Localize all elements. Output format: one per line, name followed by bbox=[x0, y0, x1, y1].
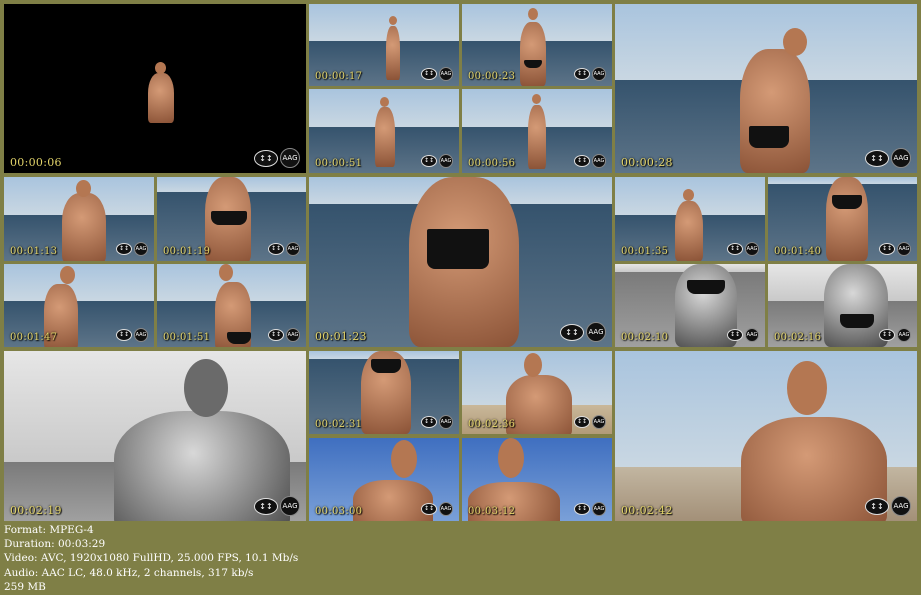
watermark: ↕↕ AAG bbox=[254, 496, 300, 516]
audio-line: Audio: AAC LC, 48.0 kHz, 2 channels, 317… bbox=[4, 566, 254, 579]
timestamp: 00:02:31 bbox=[315, 419, 363, 430]
watermark: ↕↕ AAG bbox=[727, 242, 759, 256]
timestamp: 00:00:23 bbox=[468, 71, 516, 82]
watermark: ↕↕ AAG bbox=[879, 328, 911, 342]
thumbnail[interactable]: 00:02:31 ↕↕ AAG bbox=[309, 351, 459, 434]
watermark: ↕↕ AAG bbox=[421, 502, 453, 516]
thumbnail[interactable]: 00:00:56 ↕↕ AAG bbox=[462, 89, 612, 173]
thumbnail[interactable]: 00:01:40 ↕↕ AAG bbox=[768, 177, 917, 261]
timestamp: 00:00:51 bbox=[315, 158, 363, 169]
watermark: ↕↕ AAG bbox=[421, 415, 453, 429]
thumbnail[interactable]: 00:01:19 ↕↕ AAG bbox=[157, 177, 306, 261]
timestamp: 00:02:36 bbox=[468, 419, 516, 430]
watermark: ↕↕ AAG bbox=[254, 148, 300, 168]
thumbnail-large[interactable]: 00:02:42 ↕↕ AAG bbox=[615, 351, 917, 521]
timestamp: 00:01:23 bbox=[315, 330, 367, 343]
thumbnail[interactable]: 00:02:36 ↕↕ AAG bbox=[462, 351, 612, 434]
thumbnail-large[interactable]: 00:00:28 ↕↕ AAG bbox=[615, 4, 917, 173]
thumbnail-grid: 00:00:06 ↕↕ AAG 00:00:17 ↕↕ AAG 00:00:23 ↕… bbox=[0, 0, 921, 523]
size-line: 259 MB bbox=[4, 580, 46, 593]
timestamp: 00:03:00 bbox=[315, 506, 363, 517]
watermark: ↕↕ AAG bbox=[574, 502, 606, 516]
thumbnail[interactable]: 00:03:00 ↕↕ AAG bbox=[309, 438, 459, 521]
duration-line: Duration: 00:03:29 bbox=[4, 538, 106, 551]
timestamp: 00:02:10 bbox=[621, 332, 669, 343]
timestamp: 00:03:12 bbox=[468, 506, 516, 517]
timestamp: 00:02:19 bbox=[10, 504, 62, 517]
watermark: ↕↕ AAG bbox=[421, 67, 453, 81]
thumbnail[interactable]: 00:01:35 ↕↕ AAG bbox=[615, 177, 765, 261]
thumbnail[interactable]: 00:01:13 ↕↕ AAG bbox=[4, 177, 154, 261]
timestamp: 00:00:28 bbox=[621, 156, 673, 169]
watermark: ↕↕ AAG bbox=[116, 242, 148, 256]
watermark: ↕↕ AAG bbox=[574, 154, 606, 168]
thumbnail[interactable]: 00:01:51 ↕↕ AAG bbox=[157, 264, 306, 347]
watermark: ↕↕ AAG bbox=[574, 67, 606, 81]
thumbnail[interactable]: 00:03:12 ↕↕ AAG bbox=[462, 438, 612, 521]
thumbnail[interactable]: 00:00:23 ↕↕ AAG bbox=[462, 4, 612, 86]
thumbnail[interactable]: 00:00:17 ↕↕ AAG bbox=[309, 4, 459, 86]
watermark: ↕↕ AAG bbox=[560, 322, 606, 342]
media-info: Format: MPEG-4 Duration: 00:03:29 Video:… bbox=[4, 523, 914, 594]
timestamp: 00:00:56 bbox=[468, 158, 516, 169]
watermark: ↕↕ AAG bbox=[421, 154, 453, 168]
watermark: ↕↕ AAG bbox=[727, 328, 759, 342]
thumbnail[interactable]: 00:02:16 ↕↕ AAG bbox=[768, 264, 917, 347]
watermark: ↕↕ AAG bbox=[268, 328, 300, 342]
watermark: ↕↕ AAG bbox=[116, 328, 148, 342]
watermark: ↕↕ AAG bbox=[268, 242, 300, 256]
watermark: ↕↕ AAG bbox=[574, 415, 606, 429]
timestamp: 00:01:47 bbox=[10, 332, 58, 343]
timestamp: 00:02:42 bbox=[621, 504, 673, 517]
watermark: ↕↕ AAG bbox=[865, 148, 911, 168]
inset-frame bbox=[88, 53, 229, 133]
timestamp: 00:00:06 bbox=[10, 156, 62, 169]
thumbnail-large[interactable]: 00:00:06 ↕↕ AAG bbox=[4, 4, 306, 173]
figure bbox=[148, 73, 174, 123]
format-line: Format: MPEG-4 bbox=[4, 524, 94, 536]
thumbnail-large[interactable]: 00:02:19 ↕↕ AAG bbox=[4, 351, 306, 521]
thumbnail[interactable]: 00:02:10 ↕↕ AAG bbox=[615, 264, 765, 347]
timestamp: 00:01:51 bbox=[163, 332, 211, 343]
timestamp: 00:01:19 bbox=[163, 246, 211, 257]
watermark: ↕↕ AAG bbox=[879, 242, 911, 256]
thumbnail-large[interactable]: 00:01:23 ↕↕ AAG bbox=[309, 177, 612, 347]
watermark: ↕↕ AAG bbox=[865, 496, 911, 516]
thumbnail[interactable]: 00:00:51 ↕↕ AAG bbox=[309, 89, 459, 173]
timestamp: 00:02:16 bbox=[774, 332, 822, 343]
timestamp: 00:00:17 bbox=[315, 71, 363, 82]
thumbnail[interactable]: 00:01:47 ↕↕ AAG bbox=[4, 264, 154, 347]
timestamp: 00:01:40 bbox=[774, 246, 822, 257]
video-line: Video: AVC, 1920x1080 FullHD, 25.000 FPS… bbox=[4, 552, 299, 565]
timestamp: 00:01:35 bbox=[621, 246, 669, 257]
timestamp: 00:01:13 bbox=[10, 246, 58, 257]
